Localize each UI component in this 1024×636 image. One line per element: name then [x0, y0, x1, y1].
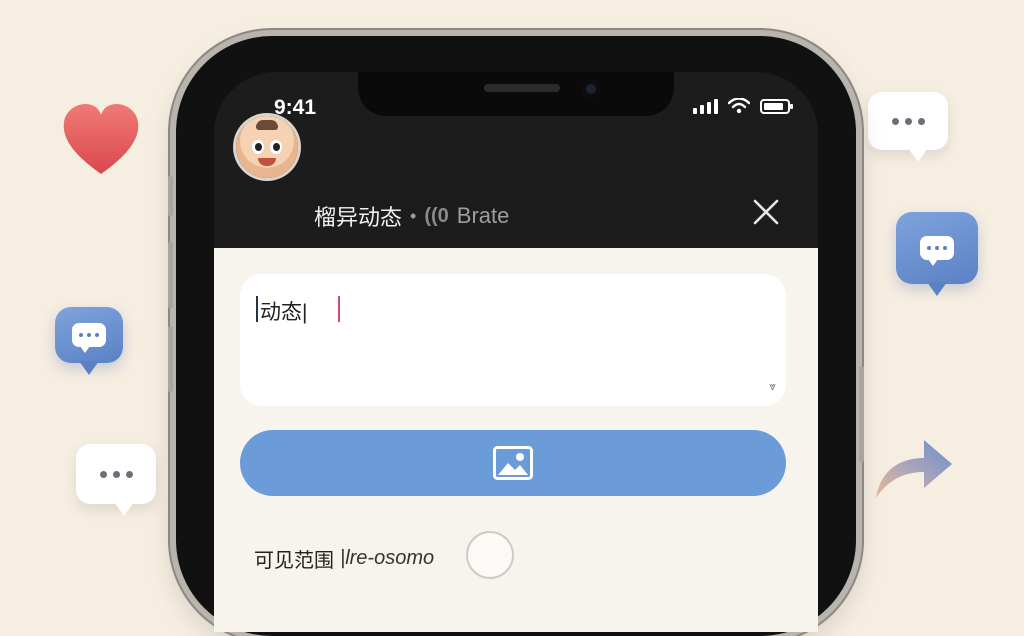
brand-logo-icon: ((0	[424, 204, 449, 227]
battery-icon	[760, 99, 793, 114]
visibility-row[interactable]: 可见范围 |lre-osomo	[254, 544, 434, 573]
post-text-input[interactable]: 动态| ⩔	[240, 274, 786, 406]
text-caret	[256, 296, 258, 322]
page-title: 榴异动态	[314, 205, 403, 230]
camera-icon	[582, 80, 600, 98]
status-icons	[693, 98, 793, 114]
close-icon[interactable]	[752, 198, 780, 226]
post-text-value: 动态|	[260, 301, 308, 324]
resize-handle-icon[interactable]: ⩔	[769, 379, 776, 394]
chat-bubble-icon	[76, 444, 156, 516]
speaker	[484, 84, 560, 92]
avatar[interactable]	[236, 116, 298, 178]
heart-icon	[63, 103, 139, 174]
status-time: 9:41	[274, 96, 317, 119]
brand-name: Brate	[456, 203, 510, 228]
add-image-button[interactable]	[240, 430, 786, 496]
chat-bubble-icon	[896, 212, 978, 296]
phone-frame: 9:41 榴异动态 • ((0 Brate 动态| ⩔ 可见范围 |lre-os…	[168, 36, 864, 636]
signal-icon	[693, 98, 718, 114]
header-title-row: 榴异动态 • ((0 Brate	[314, 200, 509, 232]
share-arrow-icon	[876, 440, 952, 498]
image-icon	[493, 446, 533, 480]
visibility-radio[interactable]	[466, 531, 514, 579]
visibility-label: 可见范围	[254, 550, 334, 572]
title-separator: •	[410, 205, 417, 226]
composer-panel: 动态| ⩔ 可见范围 |lre-osomo	[214, 248, 818, 632]
phone-screen: 9:41 榴异动态 • ((0 Brate 动态| ⩔ 可见范围 |lre-os…	[214, 72, 818, 632]
notch	[358, 72, 674, 116]
chat-bubble-icon	[55, 307, 123, 375]
chat-bubble-icon	[868, 92, 948, 162]
text-cursor	[338, 296, 340, 322]
wifi-icon	[728, 98, 750, 114]
visibility-value: |lre-osomo	[340, 547, 435, 569]
